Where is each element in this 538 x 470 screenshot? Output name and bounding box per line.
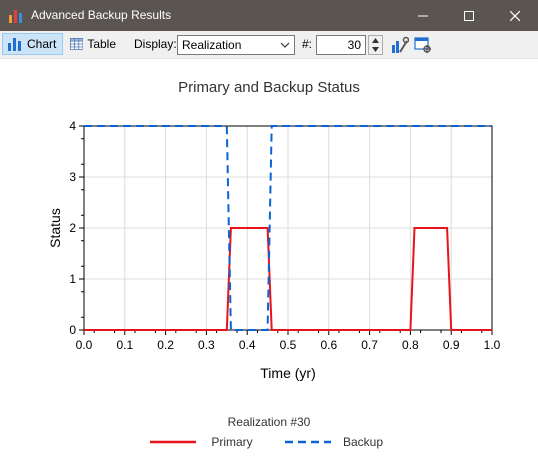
x-tick-label: 0.8 xyxy=(402,338,419,352)
toolbar: Chart Table Display: Realization #: 30 xyxy=(0,31,538,59)
y-axis-ticks: 0 1 2 3 4 xyxy=(69,119,84,337)
triangle-down-icon xyxy=(372,47,379,52)
table-tab-button[interactable]: Table xyxy=(66,33,120,55)
triangle-up-icon xyxy=(372,38,379,43)
x-axis-ticks: 0.0 0.1 0.2 0.3 0.4 0.5 0.6 0.7 0.8 0.9 1.0 xyxy=(76,330,501,352)
title-bar: Advanced Backup Results xyxy=(0,0,538,31)
display-select[interactable]: Realization xyxy=(177,35,295,55)
realization-spinner xyxy=(368,35,383,55)
x-tick-label: 0.7 xyxy=(361,338,378,352)
legend-title: Realization #30 xyxy=(228,415,311,429)
x-tick-label: 0.1 xyxy=(116,338,133,352)
y-tick-label: 4 xyxy=(69,119,76,133)
x-tick-label: 0.6 xyxy=(320,338,337,352)
realization-number-input[interactable]: 30 xyxy=(316,35,366,55)
x-tick-label: 0.2 xyxy=(157,338,174,352)
close-button[interactable] xyxy=(492,0,538,31)
y-axis-label: Status xyxy=(47,208,63,248)
minimize-icon xyxy=(418,15,428,16)
maximize-button[interactable] xyxy=(446,0,492,31)
minimize-button[interactable] xyxy=(400,0,446,31)
x-tick-label: 0.0 xyxy=(76,338,93,352)
chart-app-icon xyxy=(9,10,22,23)
close-icon xyxy=(510,10,520,21)
y-tick-label: 1 xyxy=(69,272,76,286)
spinner-down-button[interactable] xyxy=(369,45,382,54)
spinner-up-button[interactable] xyxy=(369,36,382,45)
display-select-value: Realization xyxy=(182,38,242,52)
display-label: Display: xyxy=(134,37,177,51)
chart-properties-icon[interactable] xyxy=(391,36,409,54)
chart-svg: Primary and Backup Status 0.0 0.1 0.2 0.3 0.… xyxy=(47,79,501,449)
table-tab-label: Table xyxy=(87,37,116,51)
y-tick-label: 0 xyxy=(69,323,76,337)
chart-tab-button[interactable]: Chart xyxy=(2,33,63,55)
table-icon xyxy=(70,38,84,50)
x-tick-label: 0.9 xyxy=(443,338,460,352)
legend-label-backup: Backup xyxy=(343,435,383,449)
x-tick-label: 0.5 xyxy=(280,338,297,352)
chart-tab-label: Chart xyxy=(27,37,57,51)
bar-chart-icon xyxy=(8,38,21,51)
y-tick-label: 3 xyxy=(69,170,76,184)
y-tick-label: 2 xyxy=(69,221,76,235)
chart-panel: Primary and Backup Status 0.0 0.1 0.2 0.3 0.… xyxy=(0,59,538,465)
realization-number-label: #: xyxy=(302,37,313,51)
chevron-down-icon xyxy=(280,42,290,48)
legend-label-primary: Primary xyxy=(211,435,252,449)
window-title: Advanced Backup Results xyxy=(31,8,172,22)
x-tick-label: 0.4 xyxy=(239,338,256,352)
x-tick-label: 0.3 xyxy=(198,338,215,352)
export-settings-icon[interactable] xyxy=(414,36,432,54)
x-tick-label: 1.0 xyxy=(484,338,501,352)
chart-title: Primary and Backup Status xyxy=(178,79,360,96)
x-axis-label: Time (yr) xyxy=(260,365,315,381)
maximize-icon xyxy=(464,10,474,21)
legend: Primary Backup xyxy=(150,435,383,449)
